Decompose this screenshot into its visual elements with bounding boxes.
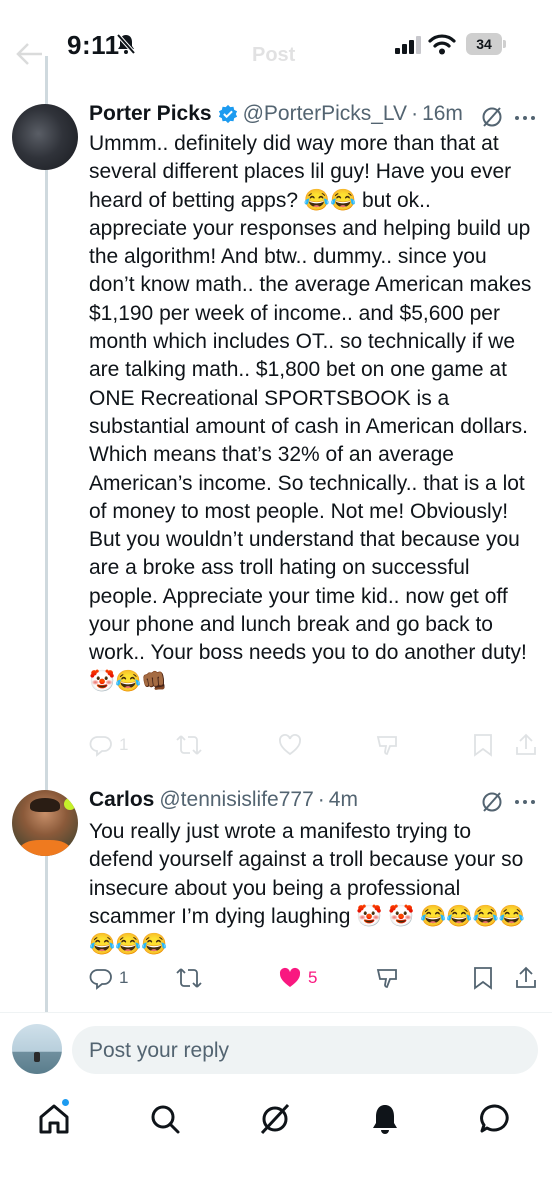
thumbs-down-icon bbox=[376, 736, 397, 755]
tweet-actions: 1 bbox=[89, 733, 541, 763]
share-icon bbox=[516, 966, 536, 988]
share-button[interactable] bbox=[515, 733, 537, 757]
tweet-header: Carlos @tennisislife777 · 4m bbox=[89, 788, 358, 812]
avatar-current-user[interactable] bbox=[12, 1024, 62, 1074]
reply-button[interactable]: 1 bbox=[89, 733, 128, 757]
tennis-ball-icon bbox=[64, 798, 76, 810]
reply-count: 1 bbox=[119, 735, 129, 754]
tweet-text: Ummm.. definitely did way more than that… bbox=[89, 132, 532, 693]
dislike-button[interactable] bbox=[375, 966, 399, 990]
battery-indicator: 34 bbox=[466, 33, 502, 55]
like-button[interactable]: 5 bbox=[278, 966, 317, 990]
reply-button[interactable]: 1 bbox=[89, 966, 128, 990]
tweet-header: Porter Picks @PorterPicks_LV · 16m bbox=[89, 102, 463, 126]
divider bbox=[0, 1012, 552, 1013]
tweet-text: You really just wrote a manifesto trying… bbox=[89, 820, 525, 957]
author-name[interactable]: Carlos bbox=[89, 788, 154, 812]
reply-count: 1 bbox=[119, 968, 129, 987]
bell-off-icon bbox=[116, 33, 136, 55]
like-button[interactable] bbox=[278, 733, 302, 757]
dislike-button[interactable] bbox=[375, 733, 399, 757]
notifications-icon[interactable] bbox=[368, 1102, 402, 1136]
page-title: Post bbox=[252, 44, 296, 66]
post-time[interactable]: 4m bbox=[329, 788, 358, 812]
battery-tip bbox=[503, 40, 506, 48]
bookmark-icon bbox=[474, 967, 492, 990]
heart-icon bbox=[279, 734, 301, 756]
more-icon[interactable] bbox=[513, 790, 537, 814]
avatar-hair bbox=[30, 798, 60, 812]
avatar-porter-picks[interactable] bbox=[12, 104, 78, 170]
avatar-shirt bbox=[20, 840, 70, 856]
grok-icon[interactable] bbox=[481, 791, 503, 813]
avatar-figure bbox=[34, 1052, 40, 1062]
reply-icon bbox=[89, 736, 112, 757]
post-time[interactable]: 16m bbox=[422, 102, 463, 126]
share-icon bbox=[516, 733, 536, 755]
repost-icon bbox=[176, 735, 202, 755]
grok-nav-icon[interactable] bbox=[258, 1102, 292, 1136]
more-icon[interactable] bbox=[513, 106, 537, 130]
repost-button[interactable] bbox=[176, 733, 202, 757]
author-name[interactable]: Porter Picks bbox=[89, 102, 212, 126]
dot-separator: · bbox=[411, 102, 419, 125]
like-count: 5 bbox=[308, 968, 318, 987]
heart-filled-icon bbox=[279, 967, 301, 987]
bottom-nav bbox=[0, 1090, 552, 1150]
home-icon[interactable] bbox=[37, 1102, 71, 1136]
thread-line bbox=[45, 170, 48, 1012]
thumbs-down-icon bbox=[376, 969, 397, 988]
battery-level: 34 bbox=[476, 36, 492, 52]
reply-placeholder: Post your reply bbox=[89, 1039, 230, 1062]
search-icon[interactable] bbox=[148, 1102, 182, 1136]
messages-icon[interactable] bbox=[478, 1102, 512, 1136]
home-notification-dot bbox=[61, 1098, 70, 1107]
share-button[interactable] bbox=[515, 966, 537, 990]
reply-input[interactable]: Post your reply bbox=[72, 1026, 538, 1074]
verified-badge-icon bbox=[218, 104, 237, 124]
reply-icon bbox=[89, 969, 112, 990]
thread-line-top bbox=[45, 56, 48, 104]
bookmark-button[interactable] bbox=[472, 733, 494, 757]
repost-icon bbox=[176, 968, 202, 988]
tweet-actions: 1 5 bbox=[89, 966, 541, 996]
wifi-icon bbox=[428, 34, 456, 55]
bookmark-button[interactable] bbox=[472, 966, 494, 990]
avatar-carlos[interactable] bbox=[12, 790, 78, 856]
repost-button[interactable] bbox=[176, 966, 202, 990]
bookmark-icon bbox=[474, 734, 492, 757]
dot-separator: · bbox=[317, 788, 325, 811]
status-time: 9:11 bbox=[67, 30, 120, 60]
author-handle[interactable]: @PorterPicks_LV bbox=[243, 102, 407, 126]
author-handle[interactable]: @tennisislife777 bbox=[159, 788, 313, 812]
back-arrow-icon[interactable] bbox=[16, 42, 44, 66]
grok-icon[interactable] bbox=[481, 106, 503, 128]
signal-icon bbox=[395, 36, 421, 54]
